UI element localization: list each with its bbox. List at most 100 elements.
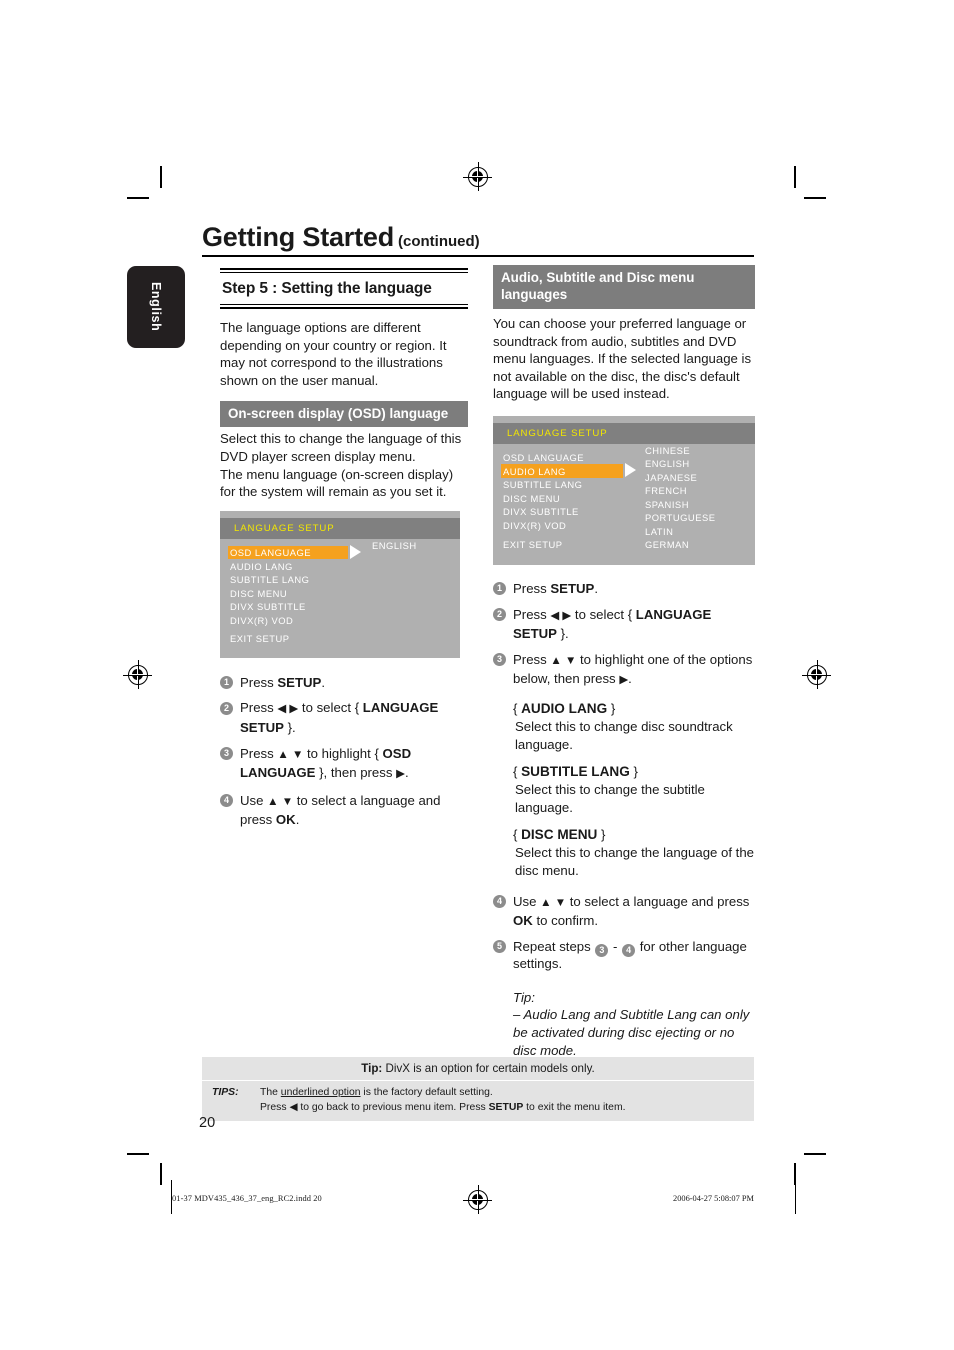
left-steps-list: 1 Press SETUP. 2 Press ◀ ▶ to select { L…	[220, 674, 468, 829]
osd-menu-item: DIVX SUBTITLE	[230, 601, 306, 612]
osd-exit-setup: EXIT SETUP	[503, 539, 563, 551]
osd-value: SPANISH	[645, 498, 689, 510]
osd-selection-arrow-icon	[350, 544, 361, 559]
osd-value: ENGLISH	[645, 458, 690, 470]
right-tip-block: Tip: – Audio Lang and Subtitle Lang can …	[513, 989, 755, 1059]
osd-value: GERMAN	[645, 539, 690, 551]
step-ref-to: 4	[622, 943, 636, 957]
option-label: AUDIO LANG	[521, 700, 608, 716]
page-title-suffix: (continued)	[398, 233, 480, 250]
registration-mark-right	[802, 660, 831, 689]
osd-value: PORTUGUESE	[645, 512, 716, 524]
tips-line2-post: to exit the menu item.	[523, 1101, 626, 1113]
option-label: SUBTITLE LANG	[521, 764, 630, 780]
step-number: 1	[493, 582, 506, 596]
option-disc-menu: { DISC MENU }	[513, 827, 606, 843]
right-column: Audio, Subtitle and Disc menu languages …	[493, 265, 755, 1059]
tip-label: Tip:	[513, 989, 535, 1005]
osd-titlebar: LANGUAGE SETUP	[220, 517, 460, 539]
osd-exit-setup: EXIT SETUP	[230, 632, 290, 644]
list-item: 2 Press ◀ ▶ to select { LANGUAGE SETUP }…	[493, 606, 755, 643]
step-text: Use ▲ ▼ to select a language and press O…	[240, 792, 441, 828]
tips-label: TIPS:	[212, 1087, 239, 1098]
right-arrow-icon: ▶	[619, 674, 629, 687]
up-down-arrow-icon: ▲ ▼	[540, 896, 567, 909]
tips-lines: The underlined option is the factory def…	[260, 1086, 754, 1115]
footer-tip-text: DivX is an option for certain models onl…	[382, 1062, 595, 1075]
tip-text: – Audio Lang and Subtitle Lang can only …	[513, 1007, 750, 1058]
side-tab-english: English	[127, 266, 185, 348]
up-down-arrow-icon: ▲ ▼	[550, 654, 577, 667]
osd-menu-item: DIVX(R) VOD	[230, 614, 294, 626]
page-number: 20	[199, 1115, 216, 1131]
osd-language-section-body: Select this to change the language of th…	[220, 431, 462, 500]
option-audio-lang-desc: Select this to change disc soundtrack la…	[515, 718, 733, 752]
footer-tip-bar: Tip: DivX is an option for certain model…	[202, 1057, 754, 1081]
crop-mark-top-right-vertical	[794, 166, 796, 188]
list-item: 1 Press SETUP.	[220, 674, 468, 692]
manual-page: English Getting Started (continued) Step …	[0, 0, 954, 1350]
osd-menu-item: AUDIO LANG	[503, 465, 566, 477]
header-divider	[202, 255, 754, 258]
repeat-mid: -	[609, 938, 622, 954]
list-item: 2 Press ◀ ▶ to select { LANGUAGE SETUP }…	[220, 699, 468, 736]
osd-selection-arrow-icon	[625, 463, 636, 478]
step-title-rule-bottom	[220, 304, 468, 309]
crop-mark-bottom-right-horizontal	[804, 1153, 826, 1155]
step-number: 4	[220, 794, 233, 808]
osd-value: FRENCH	[645, 485, 688, 497]
osd-language-section-heading: On-screen display (OSD) language	[220, 401, 468, 428]
option-audio-lang: { AUDIO LANG }	[513, 700, 616, 716]
option-disc-menu-desc: Select this to change the language of th…	[515, 845, 755, 878]
osd-top-strip	[493, 415, 755, 423]
list-item: 1 Press SETUP.	[493, 580, 755, 598]
left-intro-paragraph: The language options are different depen…	[220, 320, 447, 388]
step-number: 2	[220, 701, 233, 715]
osd-title: LANGUAGE SETUP	[507, 427, 608, 439]
step-text: Repeat steps 3 - 4 for other language se…	[513, 939, 747, 972]
repeat-pre: Repeat steps	[513, 938, 595, 954]
osd-menu-item: DIVX(R) VOD	[503, 519, 567, 531]
osd-screenshot-left: LANGUAGE SETUP OSD LANGUAGE AUDIO LANG S…	[220, 510, 460, 658]
tips-line2-bold: SETUP	[488, 1101, 524, 1113]
step-number: 3	[493, 653, 506, 667]
step-text: Press SETUP.	[513, 580, 599, 596]
step-text: Press ▲ ▼ to highlight { OSD LANGUAGE },…	[240, 745, 412, 781]
osd-value: ENGLISH	[372, 539, 417, 551]
tips-line-1: The underlined option is the factory def…	[260, 1086, 754, 1101]
registration-mark-left	[123, 660, 152, 689]
osd-value: JAPANESE	[645, 471, 698, 483]
footer-tip-label: Tip:	[361, 1062, 383, 1075]
bleed-line-bottom-right	[795, 1180, 797, 1214]
step-text: Press ◀ ▶ to select { LANGUAGE SETUP }.	[513, 606, 712, 642]
crop-mark-bottom-left-vertical	[160, 1163, 162, 1185]
registration-mark-bottom	[463, 1185, 492, 1214]
crop-mark-bottom-left-horizontal	[127, 1153, 149, 1155]
osd-menu-item: AUDIO LANG	[230, 560, 293, 572]
option-subtitle-lang-desc: Select this to change the subtitle langu…	[515, 782, 705, 815]
option-subtitle-lang: { SUBTITLE LANG }	[513, 764, 638, 780]
osd-value: CHINESE	[645, 444, 691, 456]
option-label: DISC MENU	[521, 827, 598, 843]
side-tab-label: English	[149, 282, 163, 332]
list-item: 3 Press ▲ ▼ to highlight one of the opti…	[493, 651, 755, 690]
list-item: 4 Use ▲ ▼ to select a language and press…	[220, 792, 468, 829]
tips-line1-post: is the factory default setting.	[360, 1087, 493, 1098]
right-steps-tail-list: 4 Use ▲ ▼ to select a language and press…	[493, 893, 755, 973]
step-number: 2	[493, 608, 506, 622]
audio-subtitle-disc-section-heading: Audio, Subtitle and Disc menu languages	[493, 265, 755, 309]
step-number: 5	[493, 940, 506, 954]
step-number: 3	[220, 747, 233, 761]
osd-screenshot-right: LANGUAGE SETUP OSD LANGUAGE AUDIO LANG S…	[493, 415, 755, 565]
osd-body: OSD LANGUAGE AUDIO LANG SUBTITLE LANG DI…	[220, 539, 460, 648]
tips-line1-underlined: underlined option	[280, 1087, 361, 1098]
page-header: Getting Started (continued)	[202, 222, 754, 253]
production-timestamp: 2006-04-27 5:08:07 PM	[673, 1194, 754, 1203]
left-right-arrow-icon: ◀ ▶	[550, 609, 572, 622]
crop-mark-top-left-horizontal	[127, 197, 149, 199]
osd-menu-item: SUBTITLE LANG	[503, 479, 583, 491]
up-down-arrow-icon: ▲ ▼	[277, 748, 304, 761]
tips-line2-pre: Press ◀ to go back to previous menu item…	[260, 1101, 489, 1113]
step-number: 1	[220, 676, 233, 690]
left-column: Step 5 : Setting the language The langua…	[220, 268, 468, 837]
